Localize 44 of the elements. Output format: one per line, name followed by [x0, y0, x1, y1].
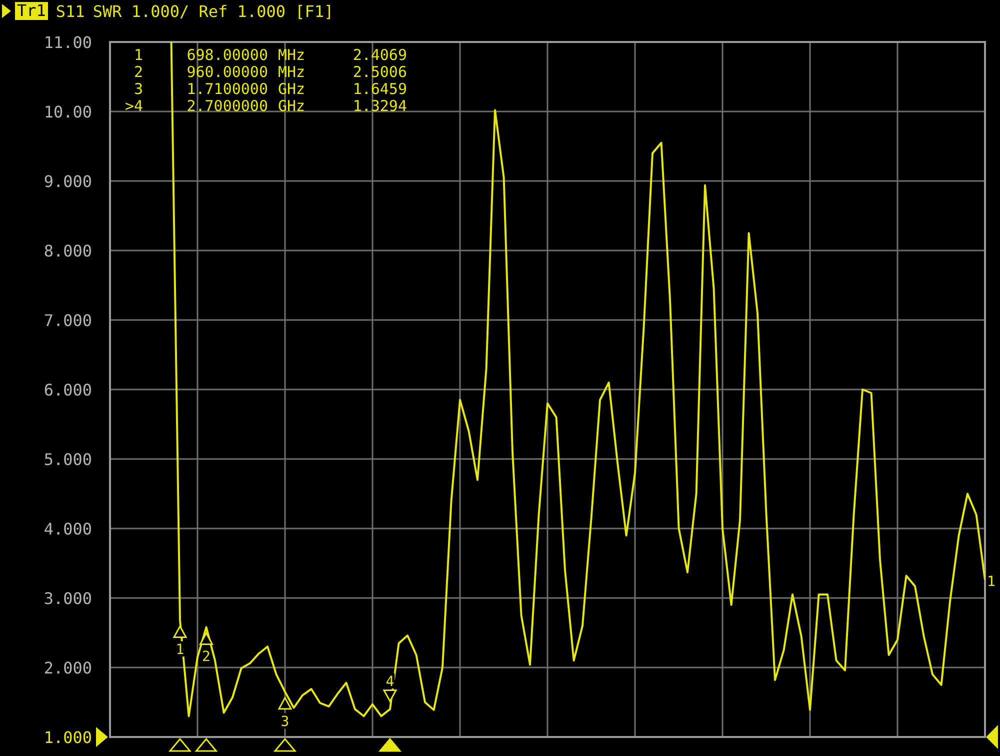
marker-unit: MHz [278, 46, 306, 64]
marker-frequency: 2.7000000 [186, 97, 268, 115]
y-tick-label: 1.000 [44, 728, 92, 747]
marker-position-icon[interactable] [273, 738, 297, 752]
y-tick-label: 6.000 [44, 380, 92, 400]
marker-unit: MHz [278, 63, 306, 81]
marker-icon[interactable] [172, 624, 188, 638]
y-tick-label: 9.000 [44, 172, 92, 191]
y-tick-label: 5.000 [44, 450, 92, 469]
y-tick-label: 4.000 [44, 520, 92, 538]
marker-unit: GHz [278, 97, 306, 115]
marker-label: 3 [280, 714, 290, 730]
marker-value: 1.3294 [352, 97, 407, 115]
marker-number: 1 [134, 46, 143, 64]
marker-frequency: 698.00000 [186, 46, 268, 64]
marker-position-icon[interactable] [378, 738, 402, 752]
trace-end-label: 1 [987, 574, 996, 590]
marker-icon[interactable] [198, 632, 214, 645]
y-tick-label: 8.000 [44, 242, 92, 260]
y-tick-label: 10.00 [44, 102, 92, 122]
marker-label: 2 [202, 649, 210, 666]
y-tick-label: 7.000 [44, 311, 92, 330]
marker-number: 2 [134, 63, 143, 81]
marker-value: 1.6459 [352, 80, 407, 98]
marker-value: 2.4069 [352, 46, 407, 64]
y-tick-label: 11.00 [44, 33, 92, 52]
marker-frequency: 1.7100000 [186, 80, 268, 98]
marker-number: 3 [134, 80, 143, 98]
marker-number: >4 [124, 97, 143, 115]
marker-value: 2.5006 [352, 63, 407, 81]
trace-label[interactable]: Tr1 [15, 2, 48, 20]
marker-icon[interactable] [382, 689, 398, 703]
marker-frequency: 960.00000 [186, 63, 268, 81]
trace-pointer-icon [2, 4, 11, 18]
stop-pointer-icon [986, 725, 998, 749]
y-tick-label: 2.000 [44, 658, 92, 678]
marker-icon[interactable] [278, 696, 292, 710]
trace-settings: SWR 1.000/ Ref 1.000 [F1] [92, 2, 334, 20]
marker-unit: GHz [278, 80, 306, 98]
marker-position-icon[interactable] [194, 738, 218, 752]
marker-position-icon[interactable] [168, 738, 192, 752]
trace-parameter: S11 [56, 2, 85, 20]
reference-pointer-icon [96, 727, 108, 747]
y-tick-label: 3.000 [44, 589, 92, 608]
